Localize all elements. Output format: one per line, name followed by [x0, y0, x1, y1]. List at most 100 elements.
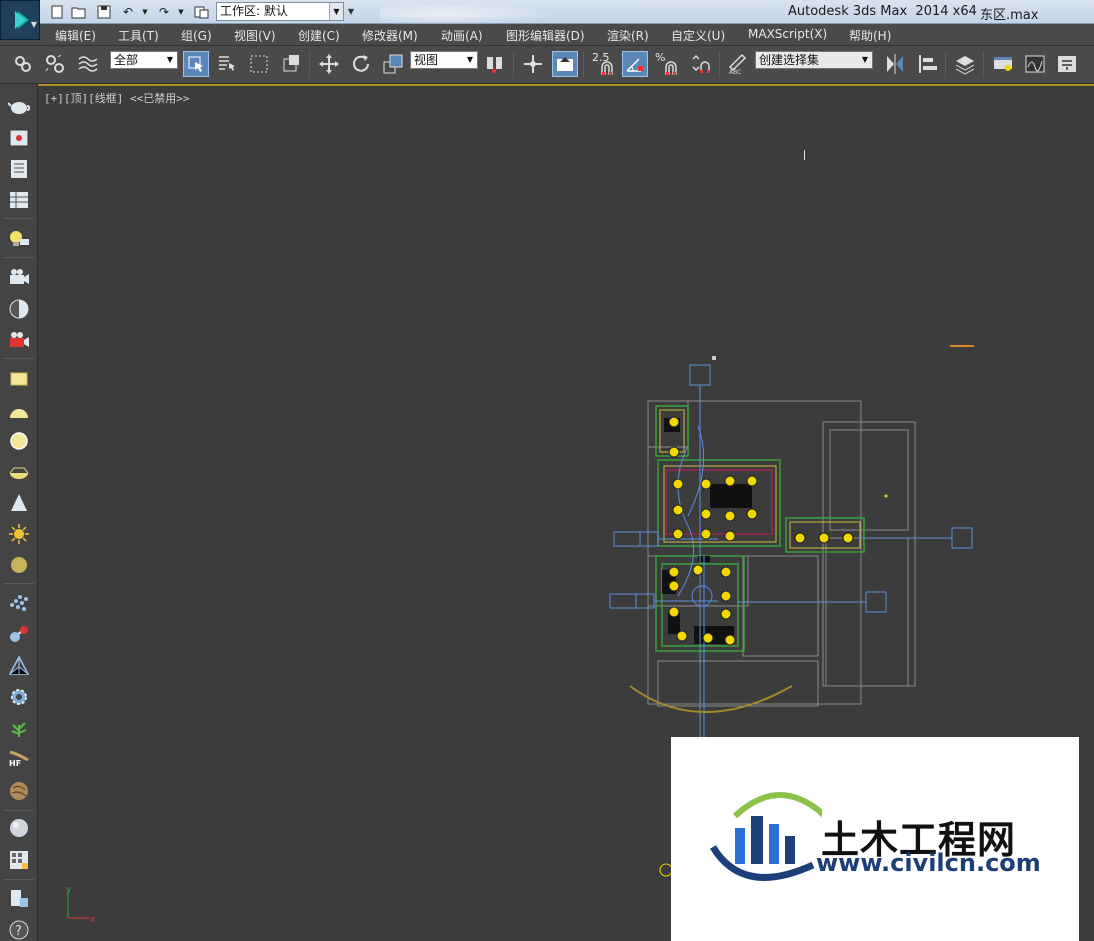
workspace-select[interactable]: 工作区: 默认 ▼ [216, 2, 344, 21]
table-view-icon[interactable] [7, 188, 31, 212]
teapot-icon[interactable] [7, 94, 31, 118]
3dsmax-window: ↶ ▼ ↷ ▼ 工作区: 默认 ▼ ▼ Autodesk 3ds Max 201… [0, 0, 1094, 941]
chevron-down-icon: ▼ [466, 55, 474, 64]
named-selection-select[interactable]: 创建选择集 ▼ [755, 51, 873, 69]
workspace-value: 工作区: 默认 [220, 4, 288, 18]
rectangular-selection-icon[interactable] [246, 51, 272, 77]
title-bar: ↶ ▼ ↷ ▼ 工作区: 默认 ▼ ▼ Autodesk 3ds Max 201… [0, 0, 1094, 24]
plant-icon[interactable] [7, 716, 31, 740]
curve-editor-icon[interactable] [1022, 51, 1048, 77]
align-icon[interactable] [915, 51, 941, 77]
document-list-icon[interactable] [7, 157, 31, 181]
undo-dropdown-icon[interactable]: ▼ [136, 3, 154, 20]
cone-icon[interactable] [7, 491, 31, 515]
toolbar-separator [309, 52, 310, 78]
bind-space-warp-icon[interactable] [75, 51, 101, 77]
pyramid-icon[interactable] [7, 654, 31, 678]
select-object-icon[interactable] [183, 51, 209, 77]
menu-edit[interactable]: 编辑(E) [55, 27, 96, 44]
open-file-icon[interactable] [70, 3, 88, 20]
scene-explorer-icon[interactable] [990, 51, 1016, 77]
edit-named-selection-icon[interactable]: ABC [724, 51, 750, 77]
molecule-icon[interactable] [7, 622, 31, 646]
render-frame-icon[interactable] [7, 126, 31, 150]
menu-modifiers[interactable]: 修改器(M) [362, 27, 418, 44]
scale-icon[interactable] [380, 51, 406, 77]
render-camera-icon[interactable] [7, 328, 31, 352]
menu-customize[interactable]: 自定义(U) [671, 27, 725, 44]
file-title: 东区.max [980, 8, 1039, 23]
new-file-icon[interactable] [48, 3, 66, 20]
menu-help[interactable]: 帮助(H) [849, 27, 891, 44]
hemisphere-icon[interactable] [7, 399, 31, 423]
menu-maxscript[interactable]: MAXScript(X) [748, 27, 827, 41]
axis-y-label: y [66, 885, 72, 895]
keyboard-shortcut-override-icon[interactable] [552, 51, 578, 77]
arc-path [629, 685, 793, 713]
mirror-icon[interactable] [882, 51, 908, 77]
sun-icon[interactable] [7, 522, 31, 546]
selection-filter-select[interactable]: 全部 ▼ [110, 51, 178, 69]
gear-icon[interactable] [7, 685, 31, 709]
link-icon[interactable] [10, 51, 36, 77]
utility-icon[interactable] [7, 887, 31, 911]
material-sphere-icon[interactable] [7, 816, 31, 840]
light-bulb-icon[interactable] [7, 227, 31, 251]
menu-tools[interactable]: 工具(T) [118, 27, 159, 44]
app-title: Autodesk 3ds Max 2014 x64 [788, 4, 977, 19]
strip-separator [4, 358, 34, 359]
spinner-snap-icon[interactable] [688, 51, 714, 77]
angle-snap-icon[interactable] [622, 51, 648, 77]
percent-snap-icon[interactable] [661, 58, 681, 78]
project-folder-icon[interactable] [193, 3, 211, 20]
rotate-icon[interactable] [348, 51, 374, 77]
hair-fur-icon[interactable]: HF [7, 747, 31, 771]
named-selection-value: 创建选择集 [759, 53, 820, 67]
menu-views[interactable]: 视图(V) [234, 27, 276, 44]
unlink-icon[interactable] [42, 51, 68, 77]
save-icon[interactable] [95, 3, 113, 20]
chevron-down-icon: ▼ [861, 55, 869, 64]
menu-create[interactable]: 创建(C) [298, 27, 340, 44]
half-sphere-icon[interactable] [7, 297, 31, 321]
app-menu-button[interactable]: ▼ [0, 0, 40, 40]
main-toolbar: 全部 ▼ 视图 ▼ 2.5 % ABC 创建选择集 ▼ [0, 46, 1094, 84]
camera-icon[interactable] [7, 265, 31, 289]
snaps-magnet-icon[interactable] [597, 58, 617, 78]
3dsmax-logo-icon [14, 11, 26, 29]
help-icon[interactable]: ? [7, 918, 31, 941]
material-grid-icon[interactable] [7, 848, 31, 872]
move-icon[interactable] [316, 51, 342, 77]
menu-graph-editors[interactable]: 图形编辑器(D) [506, 27, 585, 44]
quick-access-more-icon[interactable]: ▼ [345, 3, 357, 20]
window-crossing-icon[interactable] [278, 51, 304, 77]
schematic-view-icon[interactable] [1054, 51, 1080, 77]
noise-texture-icon[interactable] [7, 779, 31, 803]
strip-separator [4, 583, 34, 584]
sphere-icon[interactable] [7, 429, 31, 453]
watermark: 土木工程网 www.civilcn.com [671, 737, 1079, 941]
undo-icon[interactable]: ↶ [119, 3, 137, 20]
pivot-center-icon[interactable] [482, 51, 508, 77]
hf-label: HF [9, 759, 22, 768]
redo-icon[interactable]: ↷ [155, 3, 173, 20]
select-manipulate-icon[interactable] [520, 51, 546, 77]
toolbar-separator [513, 52, 514, 78]
particles-icon[interactable] [7, 590, 31, 614]
watermark-url: www.civilcn.com [816, 849, 1041, 877]
layer-manager-icon[interactable] [952, 51, 978, 77]
geosphere-icon[interactable] [7, 460, 31, 484]
skylight-icon[interactable] [7, 553, 31, 577]
orange-marker [950, 345, 974, 347]
redo-dropdown-icon[interactable]: ▼ [172, 3, 190, 20]
plane-icon[interactable] [7, 367, 31, 391]
menu-rendering[interactable]: 渲染(R) [607, 27, 649, 44]
select-by-name-icon[interactable] [214, 51, 240, 77]
axis-x-label: x [90, 915, 96, 925]
strip-separator [4, 879, 34, 880]
toolbar-separator [983, 52, 984, 78]
reference-coordinate-select[interactable]: 视图 ▼ [410, 51, 478, 69]
menu-animation[interactable]: 动画(A) [441, 27, 483, 44]
menu-group[interactable]: 组(G) [181, 27, 212, 44]
watermark-logo-icon [709, 792, 822, 881]
